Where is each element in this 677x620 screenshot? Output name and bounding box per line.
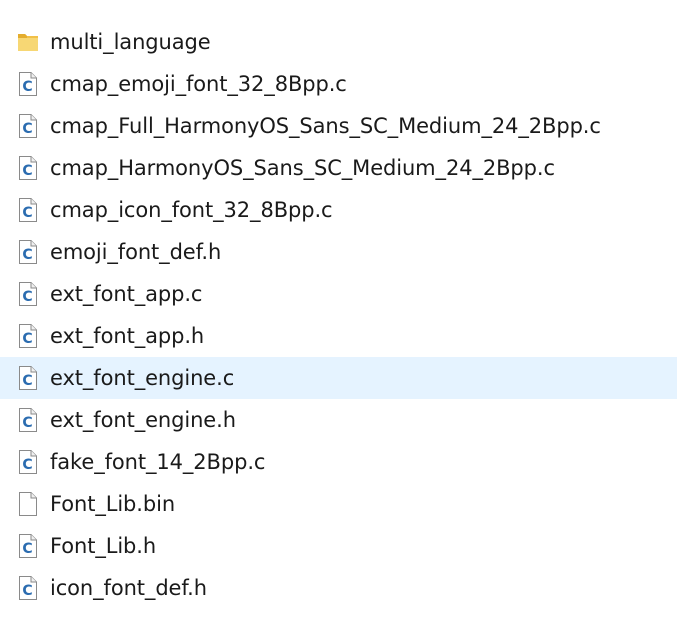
c-source-file-icon: C: [17, 323, 39, 349]
c-source-file-icon: C: [17, 575, 39, 601]
file-name: ext_font_engine.h: [50, 408, 236, 432]
file-name: Font_Lib.h: [50, 534, 157, 558]
file-name: ext_font_engine.c: [50, 366, 235, 390]
c-source-file-icon: C: [17, 407, 39, 433]
svg-text:C: C: [22, 457, 32, 473]
svg-text:C: C: [22, 289, 32, 305]
file-row-cmap-harmonyos[interactable]: C cmap_HarmonyOS_Sans_SC_Medium_24_2Bpp.…: [0, 147, 677, 189]
c-source-file-icon: C: [17, 365, 39, 391]
file-row-cmap-icon-font[interactable]: C cmap_icon_font_32_8Bpp.c: [0, 189, 677, 231]
c-source-file-icon: C: [17, 281, 39, 307]
c-source-file-icon: C: [17, 449, 39, 475]
file-name: cmap_icon_font_32_8Bpp.c: [50, 198, 333, 222]
blank-file-icon: [17, 491, 39, 517]
c-source-file-icon: C: [17, 155, 39, 181]
file-name: fake_font_14_2Bpp.c: [50, 450, 266, 474]
file-row-emoji-font-def[interactable]: C emoji_font_def.h: [0, 231, 677, 273]
file-row-cmap-full-harmonyos[interactable]: C cmap_Full_HarmonyOS_Sans_SC_Medium_24_…: [0, 105, 677, 147]
file-row-icon-font-def[interactable]: C icon_font_def.h: [0, 567, 677, 609]
file-row-font-lib-bin[interactable]: Font_Lib.bin: [0, 483, 677, 525]
file-name: cmap_Full_HarmonyOS_Sans_SC_Medium_24_2B…: [50, 114, 601, 138]
file-row-font-lib-h[interactable]: C Font_Lib.h: [0, 525, 677, 567]
c-source-file-icon: C: [17, 533, 39, 559]
svg-text:C: C: [22, 583, 32, 599]
svg-text:C: C: [22, 163, 32, 179]
file-name: cmap_emoji_font_32_8Bpp.c: [50, 72, 347, 96]
svg-text:C: C: [22, 79, 32, 95]
file-list: multi_language C cmap_emoji_font_32_8Bpp…: [0, 21, 677, 609]
file-name: Font_Lib.bin: [50, 492, 176, 516]
c-source-file-icon: C: [17, 113, 39, 139]
file-name: icon_font_def.h: [50, 576, 207, 600]
file-name: cmap_HarmonyOS_Sans_SC_Medium_24_2Bpp.c: [50, 156, 555, 180]
file-row-ext-font-app-h[interactable]: C ext_font_app.h: [0, 315, 677, 357]
file-row-multi-language[interactable]: multi_language: [0, 21, 677, 63]
c-source-file-icon: C: [17, 71, 39, 97]
svg-text:C: C: [22, 121, 32, 137]
file-name: ext_font_app.c: [50, 282, 203, 306]
svg-text:C: C: [22, 205, 32, 221]
svg-text:C: C: [22, 247, 32, 263]
file-row-ext-font-engine-h[interactable]: C ext_font_engine.h: [0, 399, 677, 441]
svg-text:C: C: [22, 541, 32, 557]
file-row-fake-font[interactable]: C fake_font_14_2Bpp.c: [0, 441, 677, 483]
file-row-ext-font-app-c[interactable]: C ext_font_app.c: [0, 273, 677, 315]
c-source-file-icon: C: [17, 239, 39, 265]
svg-text:C: C: [22, 415, 32, 431]
svg-text:C: C: [22, 373, 32, 389]
folder-icon: [17, 29, 39, 55]
file-name: emoji_font_def.h: [50, 240, 222, 264]
file-name: multi_language: [50, 30, 211, 54]
file-name: ext_font_app.h: [50, 324, 205, 348]
file-row-ext-font-engine-c[interactable]: C ext_font_engine.c: [0, 357, 677, 399]
svg-text:C: C: [22, 331, 32, 347]
c-source-file-icon: C: [17, 197, 39, 223]
file-row-cmap-emoji-font[interactable]: C cmap_emoji_font_32_8Bpp.c: [0, 63, 677, 105]
